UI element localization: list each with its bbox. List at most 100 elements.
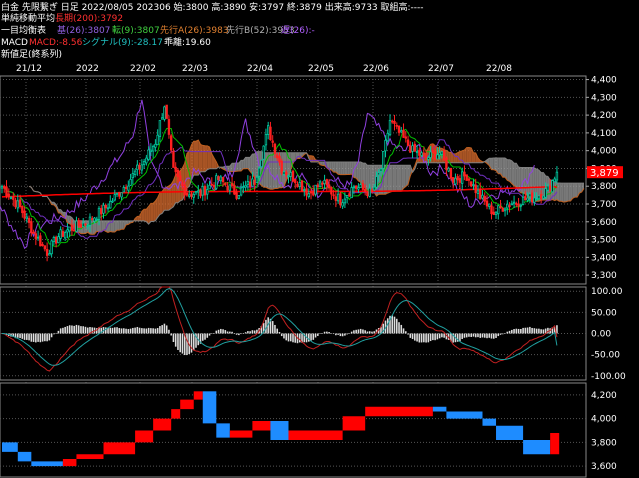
candle-body [215,175,218,189]
cloud-segment [338,162,341,175]
candle-body [278,155,281,163]
date-label: 22/05 [308,64,334,74]
new-price-bar [76,454,104,459]
osc-bar [278,332,281,334]
osc-bar [420,333,423,343]
osc-bar [240,333,242,335]
osc-bar [326,331,328,334]
new-price-bar [103,442,136,455]
candle-body [553,178,556,183]
candle-body [316,184,320,188]
candle-body [188,194,191,197]
osc-bar [310,333,312,341]
candle-body [48,253,51,256]
candle-body [3,185,6,189]
candle-body [165,104,168,119]
candle-body [16,200,19,209]
osc-bar [276,328,278,334]
candle-body [246,181,250,185]
osc-bar [152,328,154,334]
candle-body [176,169,180,177]
candle-body [54,236,58,244]
osc-bar [247,331,249,334]
cloud-segment [394,165,397,192]
candle-body [91,218,94,221]
macd-signal: シグナル(9):-28.17 [82,36,163,48]
candle-body [537,195,541,200]
osc-bar [48,333,51,341]
price-axis-label: 4,400 [591,76,617,86]
candle-body [61,231,65,237]
chart-canvas[interactable]: 白金 先限繋ぎ 日足 2022/08/05 202306 始:3800 高:38… [0,0,639,478]
osc-bar [362,329,364,334]
candle-body [492,211,495,215]
candle-body [291,170,295,182]
candle-body [199,189,202,197]
candle-body [248,181,252,188]
osc-bar [251,330,254,334]
candle-body [25,216,29,220]
candle-body [476,190,480,194]
osc-bar [37,333,39,342]
candle-body [386,132,389,142]
price-axis-label: 4,200 [591,111,617,121]
macd-axis-label: -50.00 [591,351,620,361]
candle-body [102,204,105,214]
candle-body [36,236,40,239]
price-axis-label: 3,600 [591,218,617,228]
candle-body [120,192,123,198]
candle-body [393,120,396,125]
header-line1: 白金 先限繋ぎ 日足 2022/08/05 202306 始:3800 高:38… [1,1,424,13]
candle-body [219,176,223,182]
osc-bar [53,333,55,335]
osc-bar [170,333,172,336]
osc-bar [55,332,57,334]
candle-body [233,185,236,195]
candle-body [512,201,516,204]
ichimoku-label: 一目均衡表 [1,24,46,36]
header-line2: 単純移動平均 長期(200):3792 [1,12,123,24]
osc-bar [32,333,35,342]
candle-body [147,149,150,160]
candle-body [75,220,78,232]
osc-bar [411,333,414,340]
osc-bar [337,333,339,335]
candle-body [440,151,444,155]
cloud-segment [202,145,206,172]
osc-bar [441,333,443,338]
osc-bar [416,333,418,342]
osc-bar [531,327,533,334]
cloud-segment [511,160,515,186]
macd-value: MACD:-8.56 [29,38,83,48]
candle-body [501,208,504,212]
candle-body [27,217,31,223]
candle-body [95,218,98,221]
osc-bar [201,333,204,341]
osc-bar [154,328,157,334]
candle-body [208,184,211,190]
cloud-segment [574,183,578,198]
candle-body [151,145,155,152]
osc-bar [353,330,355,334]
candle-body [341,202,344,207]
price-axis-label: 3,700 [591,200,617,210]
osc-bar [317,333,319,336]
new-price-bars-panel[interactable]: 4,200 4,000 3,800 3,600 [0,382,617,478]
candle-body [276,154,279,159]
new-price-bar [2,442,18,452]
price-axis-label: 3,400 [591,253,617,263]
macd-panel[interactable]: 100.00 50.00 0.00 -50.00 -100.00 [0,286,626,382]
candle-body [325,179,329,186]
candle-body [345,195,349,198]
osc-bar [443,333,445,338]
osc-bar [332,333,335,335]
osc-bar [172,333,175,342]
candle-body [368,187,371,197]
cloud-segment [387,165,390,194]
candle-body [5,186,8,197]
osc-bar [46,333,48,342]
osc-bar [409,333,412,338]
candle-body [282,171,286,175]
cloud-segment [227,166,230,172]
cloud-segment [297,152,300,159]
